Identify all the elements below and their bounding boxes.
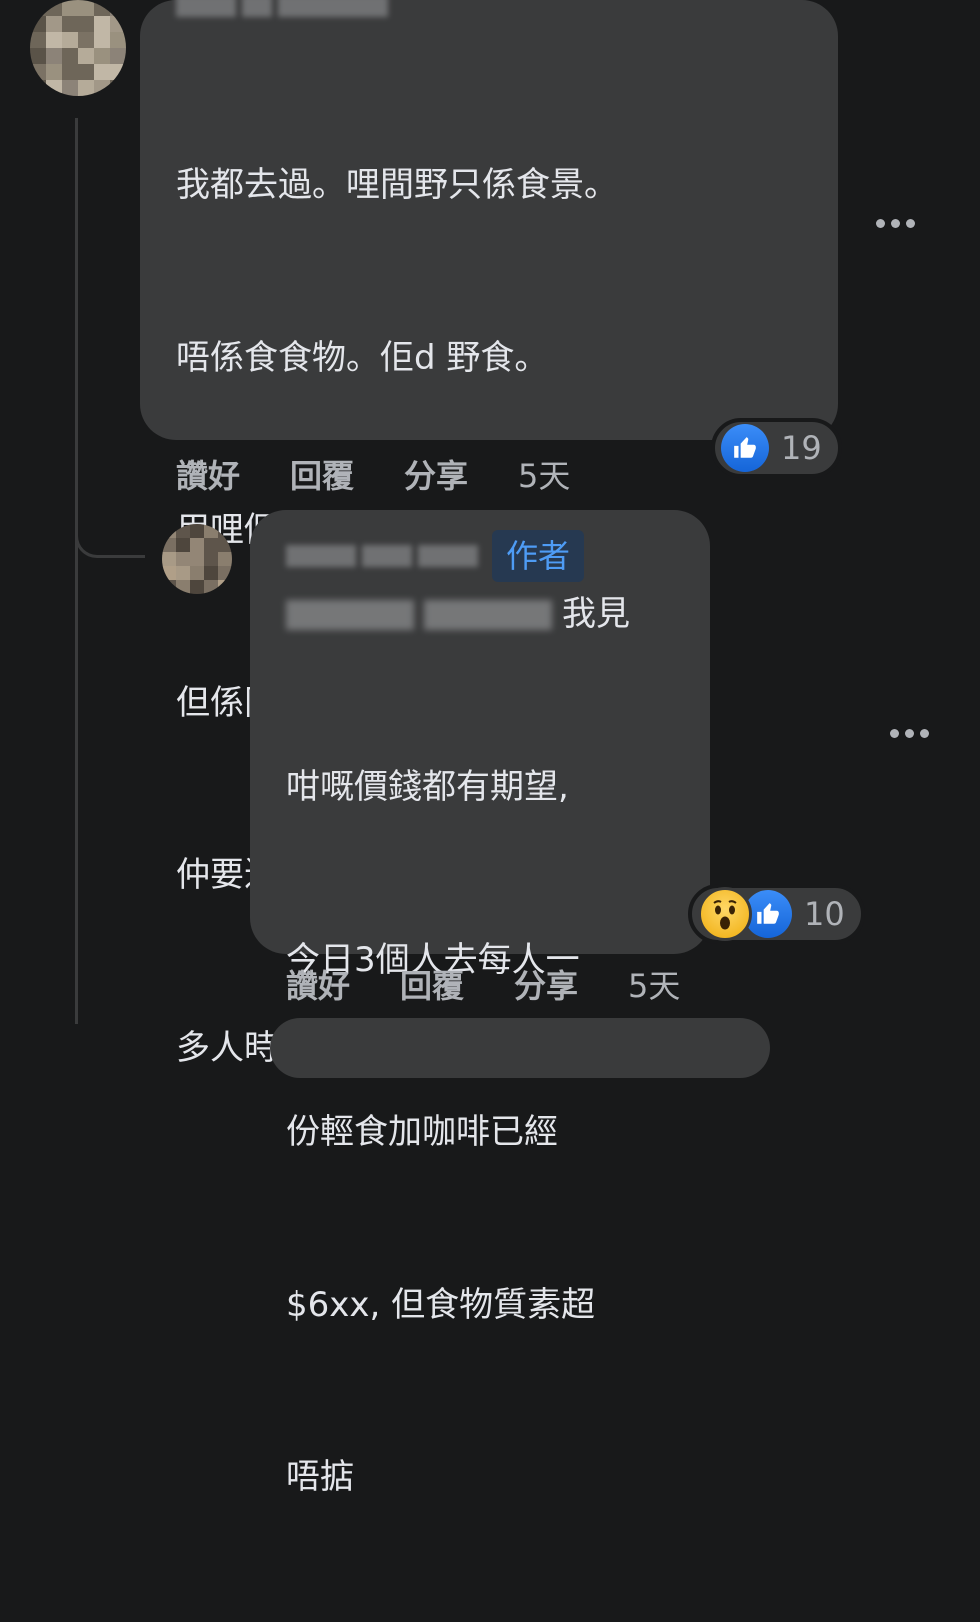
reply-connector [75, 520, 145, 558]
timestamp[interactable]: 5天 [518, 451, 570, 497]
comment-line: 我都去過。哩間野只係食景。 [176, 165, 618, 205]
comment-line: 份輕食加咖啡已經 [286, 1112, 558, 1152]
comment-line: 咁嘅價錢都有期望, [286, 767, 569, 807]
reaction-summary[interactable]: 19 [711, 418, 842, 478]
share-button[interactable]: 分享 [404, 451, 468, 497]
author-badge: 作者 [492, 530, 585, 582]
comment-line: 唔係食食物。佢d 野食。 [176, 337, 549, 378]
like-icon [721, 424, 769, 472]
comment-actions: 讚好 回覆 分享 5天 [176, 446, 620, 502]
commenter-name-blurred[interactable] [176, 0, 808, 30]
comment-text: 咁嘅價錢都有期望, 今日3個人去每人一 份輕食加咖啡已經 $6xx, 但食物質素… [286, 644, 680, 1622]
next-comment-bubble [270, 1018, 770, 1078]
reply-header: 作者 [286, 528, 680, 584]
comment-bubble: 我都去過。哩間野只係食景。 唔係食食物。佢d 野食。 用哩個價錢。理應好好食 但… [140, 0, 838, 1068]
mention-row: 我見 [286, 584, 680, 646]
comment-line: $6xx, 但食物質素超 [286, 1284, 596, 1325]
commenter-name-blurred[interactable] [286, 536, 478, 576]
mention-tag-blurred[interactable] [286, 600, 414, 630]
reaction-count: 19 [781, 429, 822, 467]
comment-line: 我見 [562, 594, 630, 635]
reply-button[interactable]: 回覆 [400, 961, 464, 1007]
timestamp[interactable]: 5天 [628, 961, 680, 1007]
reply-button[interactable]: 回覆 [290, 451, 354, 497]
wow-icon [698, 887, 752, 941]
share-button[interactable]: 分享 [514, 961, 578, 1007]
avatar[interactable] [30, 0, 126, 96]
reaction-summary[interactable]: 10 [688, 884, 865, 944]
comment-line: 唔掂 [286, 1457, 354, 1497]
reply-bubble: 作者 我見 咁嘅價錢都有期望, 今日3個人去每人一 份輕食加咖啡已經 $6xx,… [250, 510, 710, 1497]
like-button[interactable]: 讚好 [286, 961, 350, 1007]
mention-tag-blurred[interactable] [424, 600, 552, 630]
comment-actions: 讚好 回覆 分享 5天 [286, 956, 730, 1012]
more-options-icon[interactable] [890, 729, 929, 738]
reaction-count: 10 [804, 895, 845, 933]
more-options-icon[interactable] [876, 219, 915, 228]
avatar[interactable] [162, 524, 232, 594]
thread-line [75, 118, 78, 1024]
like-button[interactable]: 讚好 [176, 451, 240, 497]
